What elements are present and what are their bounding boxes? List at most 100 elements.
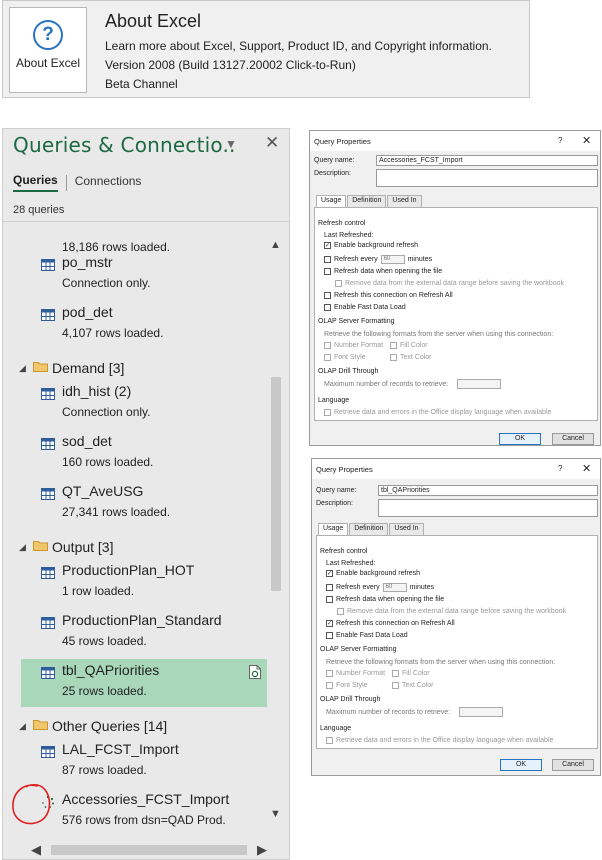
fill-color-row[interactable]: Fill Color	[390, 342, 428, 349]
list-item[interactable]: idh_hist (2) Connection only.	[21, 380, 267, 428]
group-output[interactable]: ◢ Output [3]	[19, 537, 113, 557]
checkbox-fast-load[interactable]	[326, 632, 333, 639]
query-name: po_mstr	[62, 254, 113, 270]
refresh-all-row[interactable]: Refresh this connection on Refresh All	[324, 292, 453, 299]
list-item[interactable]: pod_det 4,107 rows loaded.	[21, 301, 267, 349]
dialog-title: Query Properties	[314, 137, 371, 146]
checkbox-remove-external[interactable]	[335, 280, 342, 287]
list-item-selected[interactable]: tbl_QAPriorities 25 rows loaded.	[21, 659, 267, 707]
list-item[interactable]: ProductionPlan_HOT 1 row loaded.	[21, 559, 267, 607]
checkbox-background[interactable]: ✓	[326, 570, 333, 577]
list-item[interactable]: sod_det 160 rows loaded.	[21, 430, 267, 478]
checkbox-fast-load[interactable]	[324, 304, 331, 311]
ok-button[interactable]: OK	[500, 759, 542, 771]
list-item[interactable]: ProductionPlan_Standard 45 rows loaded.	[21, 609, 267, 657]
fill-color-row[interactable]: Fill Color	[392, 670, 430, 677]
text-color-row[interactable]: Text Color	[392, 682, 434, 689]
checkbox-number-format[interactable]	[326, 670, 333, 677]
group-other-queries[interactable]: ◢ Other Queries [14]	[19, 716, 167, 736]
scroll-up-chevron-icon[interactable]: ▲	[270, 239, 281, 251]
tab-connections[interactable]: Connections	[75, 174, 142, 191]
checkbox-refresh-every[interactable]	[326, 584, 333, 591]
checkbox-text-color[interactable]	[390, 354, 397, 361]
cancel-button[interactable]: Cancel	[552, 759, 594, 771]
font-style-row[interactable]: Font Style	[324, 354, 366, 361]
tab-queries[interactable]: Queries	[13, 173, 58, 192]
tab-used-in[interactable]: Used In	[389, 523, 424, 535]
query-name-input[interactable]: Accessories_FCST_Import	[376, 155, 598, 166]
text-color-row[interactable]: Text Color	[390, 354, 432, 361]
cancel-button[interactable]: Cancel	[552, 433, 594, 445]
checkbox-background[interactable]: ✓	[324, 242, 331, 249]
checkbox-font-style[interactable]	[326, 682, 333, 689]
checkbox-remove-external[interactable]	[337, 608, 344, 615]
refresh-on-open-row[interactable]: Refresh data when opening the file	[324, 268, 442, 275]
enable-background-refresh-row[interactable]: ✓ Enable background refresh	[326, 570, 420, 577]
checkbox-refresh-every[interactable]	[324, 256, 331, 263]
refresh-control-heading: Refresh control	[320, 548, 368, 555]
vertical-scrollbar[interactable]: ▲ ▼	[269, 235, 283, 839]
refresh-every-row[interactable]: Refresh every 60 minutes	[324, 255, 432, 264]
max-records-stepper[interactable]	[457, 379, 501, 389]
checkbox-number-format[interactable]	[324, 342, 331, 349]
horizontal-scrollbar[interactable]: ◀ ▶	[3, 841, 289, 859]
checkbox-font-style[interactable]	[324, 354, 331, 361]
group-demand[interactable]: ◢ Demand [3]	[19, 358, 124, 378]
pane-close-icon[interactable]: ✕	[265, 133, 279, 153]
ok-button[interactable]: OK	[499, 433, 541, 445]
refresh-on-open-row[interactable]: Refresh data when opening the file	[326, 596, 444, 603]
refresh-all-row[interactable]: ✓ Refresh this connection on Refresh All	[326, 620, 455, 627]
remove-external-row[interactable]: Remove data from the external data range…	[335, 280, 564, 287]
collapse-triangle-icon[interactable]: ◢	[19, 721, 29, 732]
list-item[interactable]: po_mstr Connection only.	[21, 251, 267, 299]
number-format-row[interactable]: Number Format	[326, 670, 385, 677]
queries-connections-pane: Queries & Connectio.. ▼ ✕ Queries Connec…	[2, 128, 290, 860]
checkbox-fill-color[interactable]	[392, 670, 399, 677]
tab-definition[interactable]: Definition	[349, 523, 389, 535]
close-icon[interactable]: ✕	[582, 462, 591, 475]
fast-load-row[interactable]: Enable Fast Data Load	[326, 632, 408, 639]
fast-load-row[interactable]: Enable Fast Data Load	[324, 304, 406, 311]
checkbox-on-open[interactable]	[326, 596, 333, 603]
description-input[interactable]	[376, 169, 598, 187]
list-item[interactable]: QT_AveUSG 27,341 rows loaded.	[21, 480, 267, 528]
checkbox-text-color[interactable]	[392, 682, 399, 689]
option-label: Refresh every	[336, 584, 380, 591]
tab-used-in[interactable]: Used In	[387, 195, 422, 207]
max-records-stepper[interactable]	[459, 707, 503, 717]
refresh-minutes-stepper[interactable]: 60	[380, 255, 405, 264]
vertical-scroll-thumb[interactable]	[271, 377, 281, 591]
scroll-right-chevron-icon[interactable]: ▶	[257, 842, 267, 858]
tab-usage[interactable]: Usage	[316, 195, 347, 207]
refresh-document-icon[interactable]	[249, 665, 261, 684]
refresh-every-row[interactable]: Refresh every 60 minutes	[326, 583, 434, 592]
help-icon[interactable]: ?	[558, 136, 562, 145]
remove-external-row[interactable]: Remove data from the external data range…	[337, 608, 566, 615]
checkbox-on-open[interactable]	[324, 268, 331, 275]
language-row[interactable]: Retrieve data and errors in the Office d…	[324, 409, 551, 416]
help-icon[interactable]: ?	[558, 464, 562, 473]
about-excel-button[interactable]: ? About Excel	[9, 7, 87, 93]
checkbox-language[interactable]	[324, 409, 331, 416]
collapse-triangle-icon[interactable]: ◢	[19, 363, 29, 374]
collapse-triangle-icon[interactable]: ◢	[19, 542, 29, 553]
checkbox-refresh-all[interactable]	[324, 292, 331, 299]
refresh-minutes-stepper[interactable]: 60	[382, 583, 407, 592]
tab-definition[interactable]: Definition	[347, 195, 387, 207]
enable-background-refresh-row[interactable]: ✓ Enable background refresh	[324, 242, 418, 249]
pane-options-chevron-down-icon[interactable]: ▼	[225, 137, 237, 151]
tab-usage[interactable]: Usage	[318, 523, 349, 535]
scroll-left-chevron-icon[interactable]: ◀	[31, 842, 41, 858]
language-row[interactable]: Retrieve data and errors in the Office d…	[326, 737, 553, 744]
close-icon[interactable]: ✕	[582, 134, 591, 147]
checkbox-language[interactable]	[326, 737, 333, 744]
option-label: Number Format	[334, 342, 384, 349]
horizontal-scroll-thumb[interactable]	[51, 845, 247, 855]
number-format-row[interactable]: Number Format	[324, 342, 383, 349]
checkbox-fill-color[interactable]	[390, 342, 397, 349]
query-name-input[interactable]: tbl_QAPriorities	[378, 485, 598, 496]
description-input[interactable]	[378, 499, 598, 517]
font-style-row[interactable]: Font Style	[326, 682, 368, 689]
checkbox-refresh-all[interactable]: ✓	[326, 620, 333, 627]
scroll-down-chevron-icon[interactable]: ▼	[270, 808, 281, 820]
